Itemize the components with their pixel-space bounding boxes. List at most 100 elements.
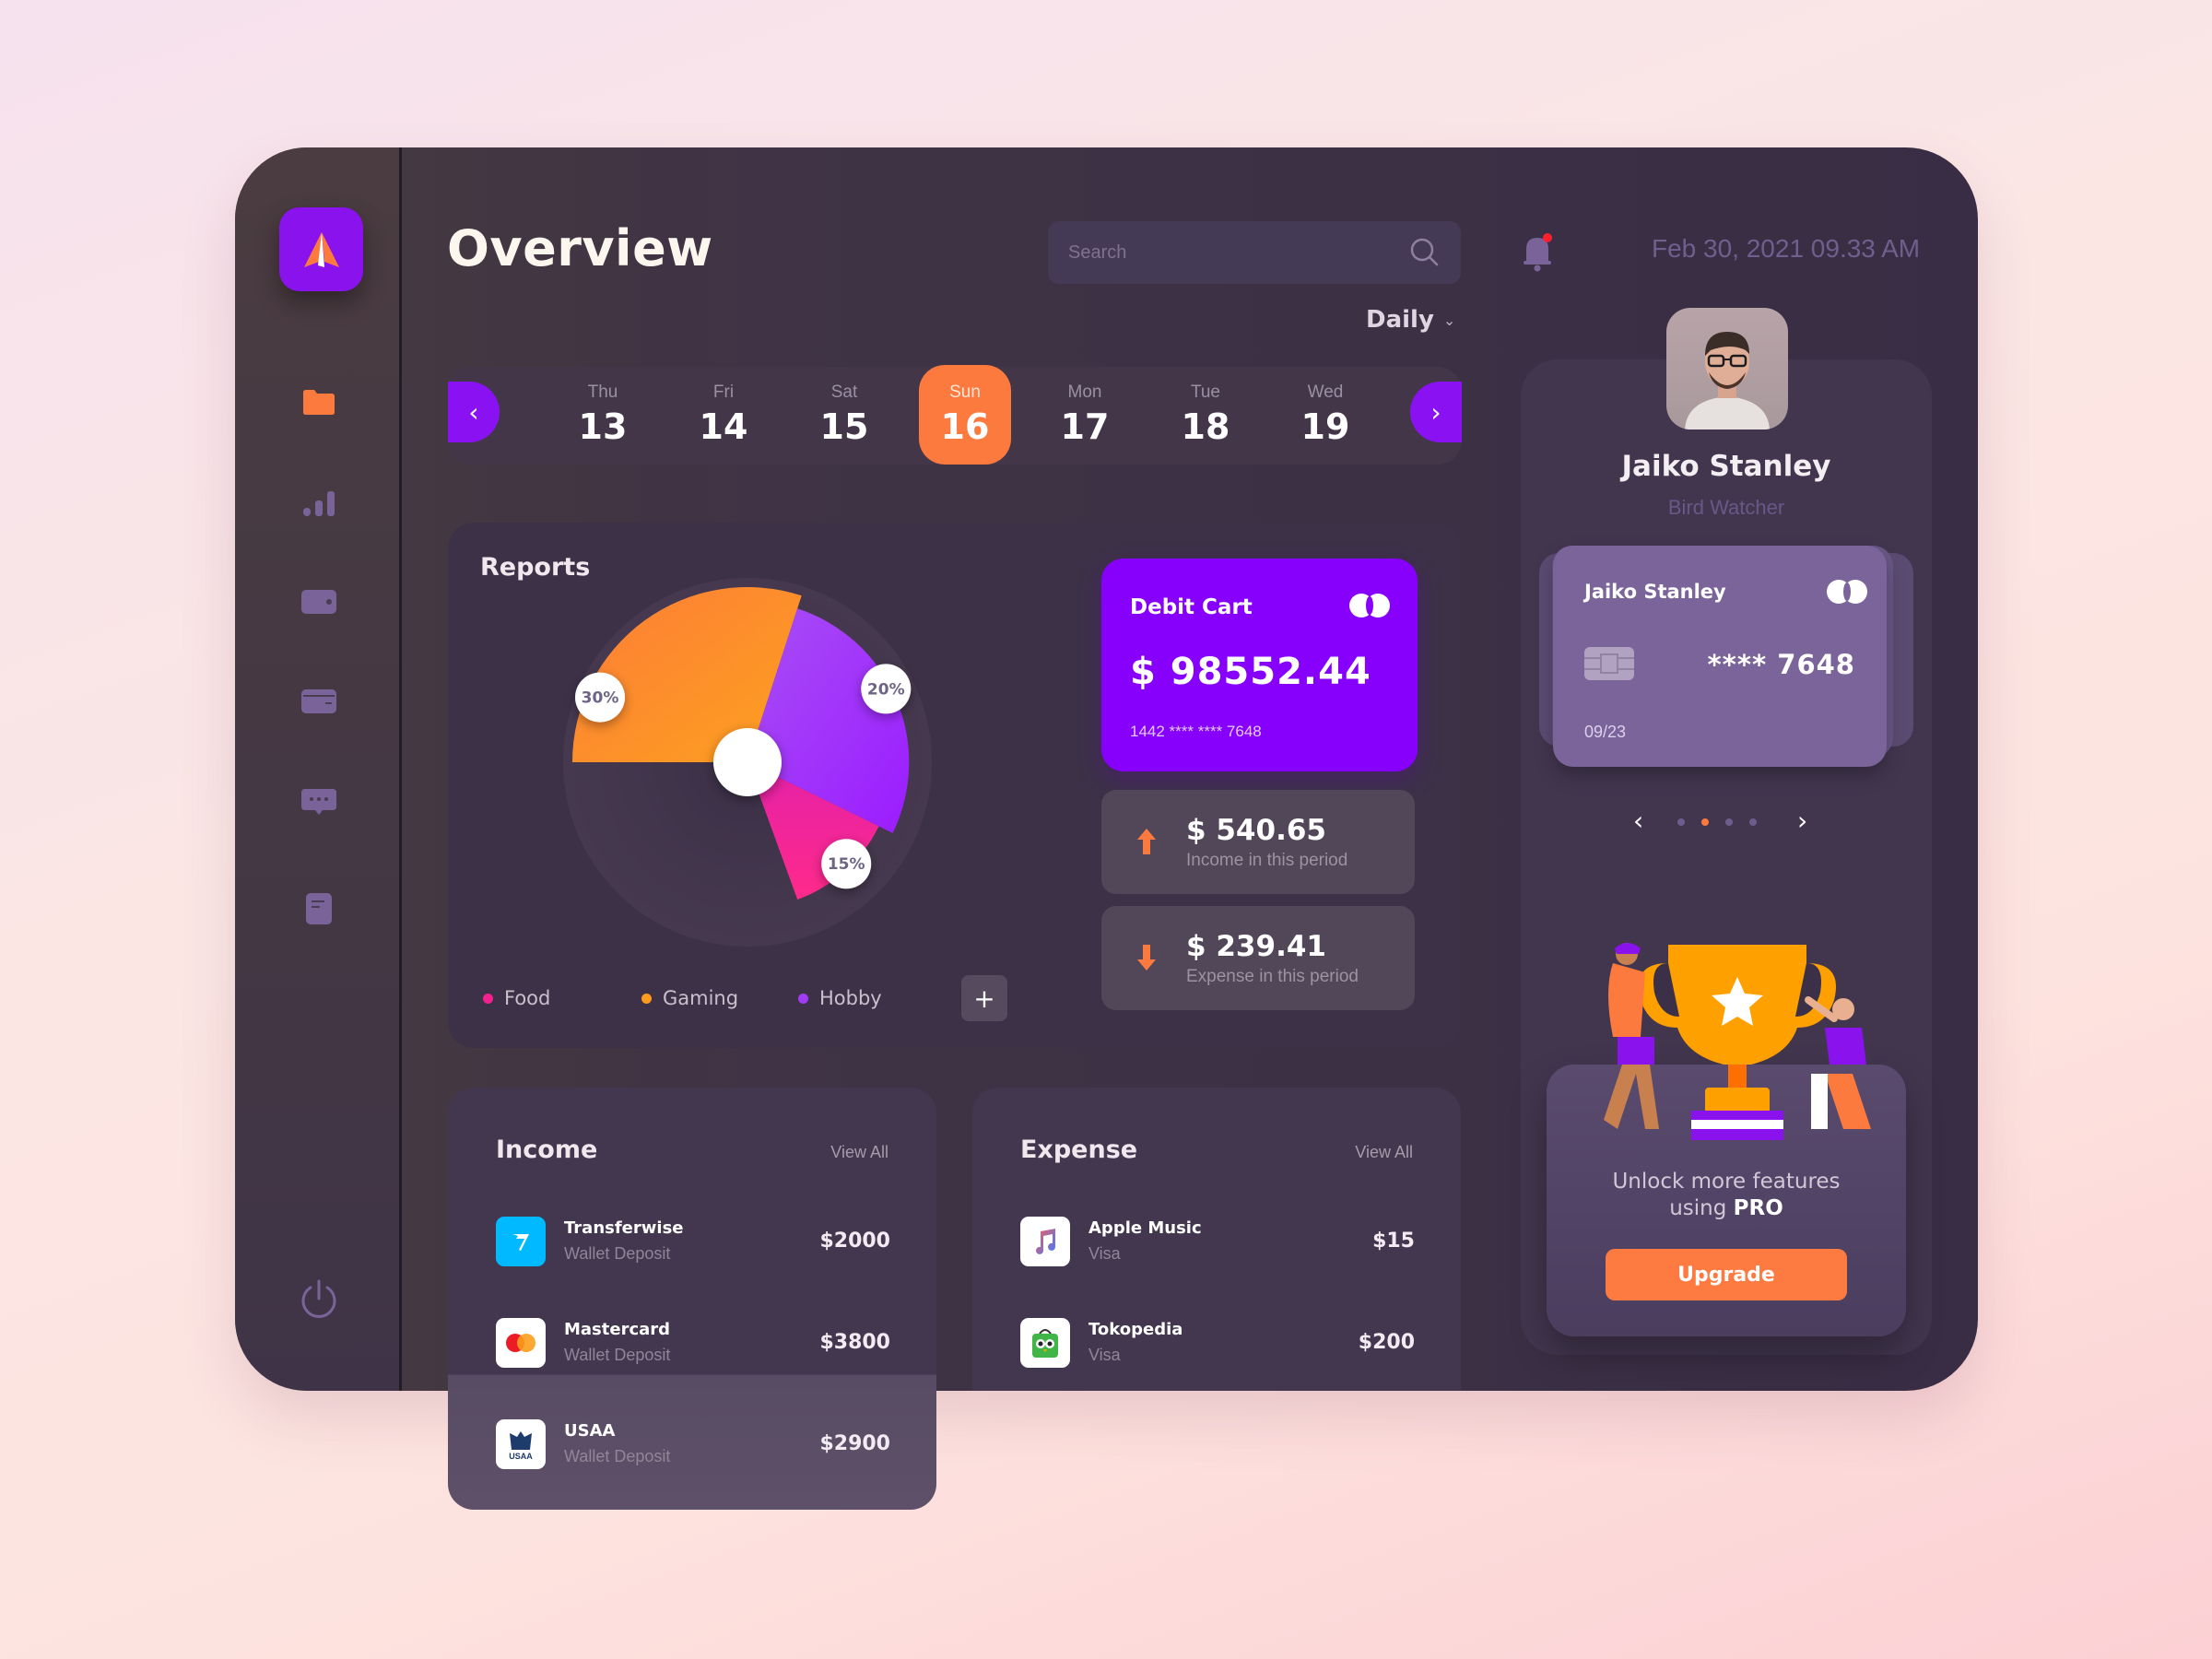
bar-chart-icon xyxy=(303,491,335,516)
expense-row[interactable]: Tokopedia Visa $200 xyxy=(1020,1318,1415,1370)
user-photo xyxy=(1685,332,1770,429)
user-credit-card[interactable]: Jaiko Stanley **** 7648 09/23 xyxy=(1553,546,1887,767)
tx-name: Tokopedia xyxy=(1088,1320,1183,1339)
chart-data-label: 15% xyxy=(821,839,872,889)
expense-row[interactable]: Apple Music Visa $15 xyxy=(1020,1217,1415,1268)
page-title: Overview xyxy=(447,219,713,277)
carousel-dot[interactable] xyxy=(1749,818,1757,826)
income-label: Income in this period xyxy=(1186,851,1348,870)
card-chip-icon xyxy=(1584,647,1634,680)
tx-amount: $3800 xyxy=(819,1331,890,1354)
apple-music-icon xyxy=(1020,1217,1070,1266)
logout-button[interactable] xyxy=(296,1277,342,1323)
income-summary: $ 540.65 Income in this period xyxy=(1101,790,1415,894)
carousel-next-icon[interactable]: › xyxy=(1797,806,1807,836)
carousel-dot[interactable] xyxy=(1677,818,1685,826)
tx-name: USAA xyxy=(564,1421,616,1441)
wallet-icon xyxy=(301,590,336,614)
date-next-button[interactable]: › xyxy=(1410,382,1462,442)
paper-plane-logo-icon xyxy=(303,231,339,267)
income-value: $ 540.65 xyxy=(1186,814,1326,847)
sidebar-item-folder[interactable] xyxy=(300,382,338,421)
day-fri[interactable]: Fri 14 xyxy=(677,365,770,465)
current-datetime: Feb 30, 2021 09.33 AM xyxy=(1652,234,1921,263)
search-icon[interactable] xyxy=(1409,237,1441,268)
chevron-down-icon: ⌄ xyxy=(1442,311,1456,329)
legend-label: Gaming xyxy=(663,987,739,1009)
tx-subtitle: Wallet Deposit xyxy=(564,1346,671,1364)
income-view-all-link[interactable]: View All xyxy=(830,1143,888,1162)
power-icon xyxy=(301,1279,336,1318)
chart-center-hub xyxy=(713,728,782,796)
upgrade-button[interactable]: Upgrade xyxy=(1606,1249,1847,1300)
tx-amount: $2000 xyxy=(819,1230,890,1253)
search-box[interactable] xyxy=(1048,221,1461,284)
income-row[interactable]: Transferwise Wallet Deposit $2000 xyxy=(496,1217,890,1268)
sidebar xyxy=(235,147,402,1391)
arrow-up-icon xyxy=(1137,829,1156,854)
tokopedia-icon xyxy=(1020,1318,1070,1368)
legend-dot xyxy=(483,993,493,1004)
sidebar-item-stats[interactable] xyxy=(300,484,338,523)
sidebar-item-wallet[interactable] xyxy=(300,582,338,621)
income-row[interactable]: Mastercard Wallet Deposit $3800 xyxy=(496,1318,890,1370)
debit-card-number: 1442 **** **** 7648 xyxy=(1130,723,1262,740)
profile-name: Jaiko Stanley xyxy=(1621,450,1831,483)
mastercard-icon xyxy=(1827,580,1867,604)
income-row[interactable]: USAA USAA Wallet Deposit $2900 xyxy=(496,1419,890,1471)
notifications-button[interactable] xyxy=(1519,230,1556,273)
day-thu[interactable]: Thu 13 xyxy=(557,365,649,465)
debit-card-balance: $ 98552.44 xyxy=(1130,651,1371,693)
reports-chart: 30% 20% 15% xyxy=(563,578,932,947)
credit-card-icon xyxy=(301,689,336,713)
date-prev-button[interactable]: ‹ xyxy=(448,382,500,442)
period-dropdown[interactable]: Daily ⌄ xyxy=(1366,306,1455,334)
sidebar-item-documents[interactable] xyxy=(300,889,338,928)
day-number: 15 xyxy=(819,406,869,447)
carousel-dots xyxy=(1677,818,1757,826)
profile-role: Bird Watcher xyxy=(1667,496,1785,519)
carousel-dot-active[interactable] xyxy=(1701,818,1709,826)
day-name: Wed xyxy=(1307,382,1344,402)
debit-card[interactable]: Debit Cart $ 98552.44 1442 **** **** 764… xyxy=(1101,559,1418,771)
day-mon[interactable]: Mon 17 xyxy=(1039,365,1131,465)
sidebar-item-cards[interactable] xyxy=(300,682,338,721)
bell-icon xyxy=(1524,233,1552,272)
card-expiry: 09/23 xyxy=(1584,723,1627,741)
income-panel: Income View All Transferwise Wallet Depo… xyxy=(448,1088,936,1510)
chart-data-label: 30% xyxy=(575,672,626,723)
upgrade-message: Unlock more features using PRO xyxy=(1547,1169,1906,1222)
day-tue[interactable]: Tue 18 xyxy=(1159,365,1252,465)
day-number: 16 xyxy=(940,406,990,447)
svg-text:USAA: USAA xyxy=(509,1452,533,1461)
app-logo[interactable] xyxy=(279,207,363,291)
day-wed[interactable]: Wed 19 xyxy=(1279,365,1371,465)
card-carousel-nav: ‹ › xyxy=(1622,806,1834,837)
chart-data-label: 20% xyxy=(861,664,912,714)
period-value: Daily xyxy=(1366,306,1434,334)
day-number: 18 xyxy=(1181,406,1230,447)
card-last-digits: **** 7648 xyxy=(1707,649,1855,680)
expense-title: Expense xyxy=(1020,1135,1138,1164)
upgrade-line1: Unlock more features xyxy=(1612,1170,1841,1194)
carousel-prev-icon[interactable]: ‹ xyxy=(1633,806,1643,836)
slice-percent-label: 20% xyxy=(867,680,905,699)
carousel-dot[interactable] xyxy=(1725,818,1733,826)
expense-value: $ 239.41 xyxy=(1186,930,1326,963)
sidebar-item-messages[interactable] xyxy=(300,783,338,822)
avatar[interactable] xyxy=(1666,308,1788,429)
expense-panel: Expense View All Apple Music Visa $15 To… xyxy=(972,1088,1461,1391)
card-holder-name: Jaiko Stanley xyxy=(1584,581,1726,603)
date-picker-strip: ‹ Thu 13 Fri 14 Sat 15 Sun 16 Mon 17 Tue 18 We… xyxy=(448,365,1462,465)
expense-view-all-link[interactable]: View All xyxy=(1355,1143,1413,1162)
day-sun-selected[interactable]: Sun 16 xyxy=(919,365,1011,465)
add-category-button[interactable]: + xyxy=(961,975,1007,1021)
mastercard-icon xyxy=(496,1318,546,1368)
arrow-down-icon xyxy=(1137,945,1156,971)
notification-dot xyxy=(1543,233,1552,242)
day-sat[interactable]: Sat 15 xyxy=(798,365,890,465)
search-input[interactable] xyxy=(1068,241,1409,264)
day-name: Fri xyxy=(712,382,735,402)
tx-amount: $15 xyxy=(1372,1230,1415,1253)
chevron-left-icon: ‹ xyxy=(468,396,479,428)
